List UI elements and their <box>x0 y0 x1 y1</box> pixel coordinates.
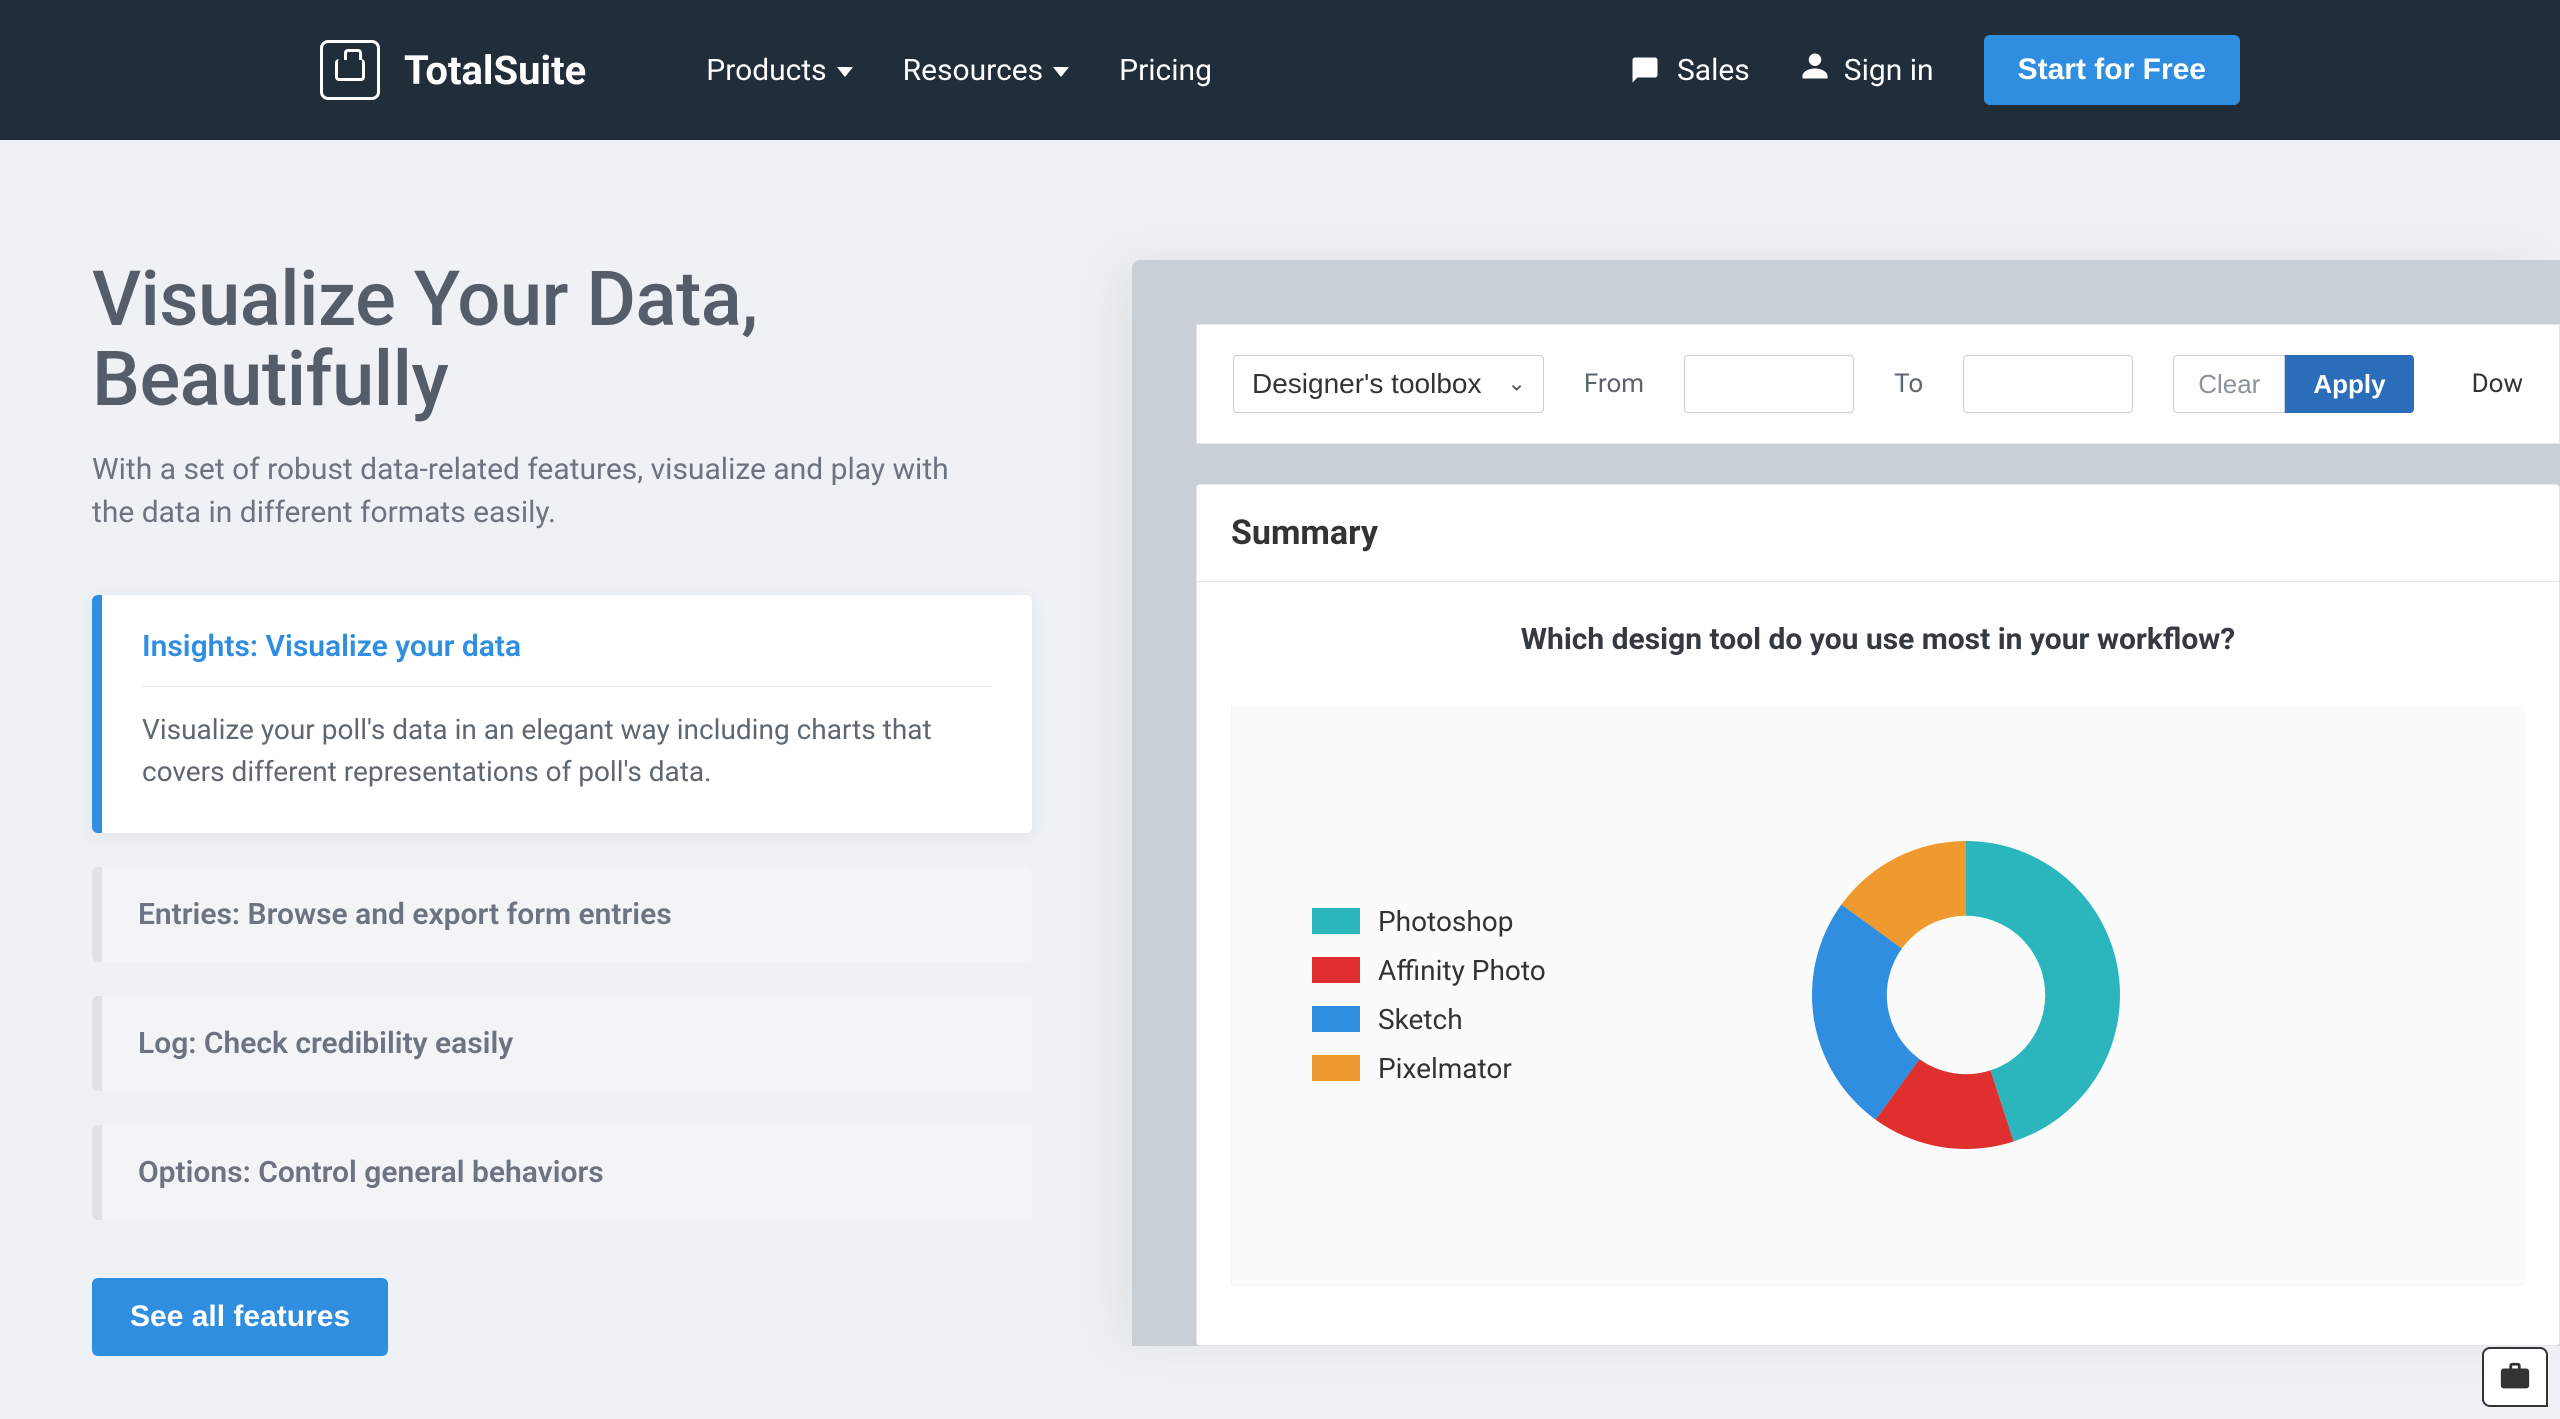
accordion-body: Visualize your poll's data in an elegant… <box>142 709 992 793</box>
help-widget[interactable] <box>2482 1347 2548 1407</box>
brand-name: TotalSuite <box>404 47 586 94</box>
legend-swatch <box>1312 957 1360 983</box>
accordion-title: Log: Check credibility easily <box>138 1026 996 1061</box>
nav-resources[interactable]: Resources <box>903 53 1070 88</box>
sales-label: Sales <box>1677 53 1750 88</box>
legend-swatch <box>1312 1055 1360 1081</box>
dashboard-preview: Designer's toolbox ⌄ From To Clear Apply… <box>1132 260 2560 1356</box>
sales-link[interactable]: Sales <box>1627 53 1750 88</box>
hero-title-line2: Beautifully <box>92 334 448 424</box>
header-actions: Sales Sign in Start for Free <box>1627 35 2240 105</box>
caret-down-icon <box>1053 67 1069 77</box>
accordion-item-entries[interactable]: Entries: Browse and export form entries <box>92 867 1032 962</box>
legend-item: Pixelmator <box>1312 1052 1546 1085</box>
feature-accordion: Insights: Visualize your data Visualize … <box>92 595 1032 1220</box>
clear-button[interactable]: Clear <box>2173 355 2285 413</box>
hero-subtitle: With a set of robust data-related featur… <box>92 448 992 535</box>
signin-label: Sign in <box>1844 53 1934 88</box>
chart-area: Photoshop Affinity Photo Sketch Pixelmator <box>1231 705 2525 1285</box>
logo-icon <box>320 40 380 100</box>
to-input[interactable] <box>1963 355 2133 413</box>
accordion-title: Entries: Browse and export form entries <box>138 897 996 932</box>
chart-question: Which design tool do you use most in you… <box>1231 622 2525 657</box>
accordion-title: Insights: Visualize your data <box>142 629 992 687</box>
main-content: Visualize Your Data, Beautifully With a … <box>0 140 2560 1356</box>
apply-button[interactable]: Apply <box>2285 355 2413 413</box>
briefcase-icon <box>2498 1360 2532 1394</box>
poll-select-value[interactable]: Designer's toolbox <box>1233 355 1544 413</box>
nav-pricing[interactable]: Pricing <box>1119 53 1212 88</box>
user-icon <box>1800 51 1830 89</box>
chat-icon <box>1627 55 1663 85</box>
legend-swatch <box>1312 1006 1360 1032</box>
signin-link[interactable]: Sign in <box>1800 51 1934 89</box>
poll-select[interactable]: Designer's toolbox ⌄ <box>1233 355 1544 413</box>
accordion-title: Options: Control general behaviors <box>138 1155 996 1190</box>
hero-title: Visualize Your Data, Beautifully <box>92 260 1032 420</box>
summary-card: Summary Which design tool do you use mos… <box>1196 484 2560 1346</box>
start-free-button[interactable]: Start for Free <box>1984 35 2240 105</box>
legend-item: Photoshop <box>1312 905 1546 938</box>
legend-label: Affinity Photo <box>1378 954 1546 987</box>
filter-button-group: Clear Apply <box>2173 355 2413 413</box>
to-label: To <box>1894 369 1923 399</box>
nav-pricing-label: Pricing <box>1119 53 1212 88</box>
donut-chart <box>1746 775 2186 1215</box>
legend-swatch <box>1312 908 1360 934</box>
accordion-item-insights[interactable]: Insights: Visualize your data Visualize … <box>92 595 1032 833</box>
brand[interactable]: TotalSuite <box>320 40 586 100</box>
from-label: From <box>1584 369 1644 399</box>
legend-label: Pixelmator <box>1378 1052 1512 1085</box>
hero-column: Visualize Your Data, Beautifully With a … <box>92 260 1032 1356</box>
legend-label: Sketch <box>1378 1003 1463 1036</box>
hero-title-line1: Visualize Your Data, <box>92 254 758 344</box>
download-label[interactable]: Dow <box>2472 369 2523 399</box>
legend-label: Photoshop <box>1378 905 1513 938</box>
site-header: TotalSuite Products Resources Pricing Sa… <box>0 0 2560 140</box>
chart-legend: Photoshop Affinity Photo Sketch Pixelmator <box>1312 905 1546 1085</box>
accordion-item-options[interactable]: Options: Control general behaviors <box>92 1125 1032 1220</box>
nav-resources-label: Resources <box>903 53 1044 88</box>
accordion-item-log[interactable]: Log: Check credibility easily <box>92 996 1032 1091</box>
dashboard-toolbar: Designer's toolbox ⌄ From To Clear Apply… <box>1196 324 2560 444</box>
chevron-down-icon: ⌄ <box>1507 372 1525 397</box>
see-all-features-button[interactable]: See all features <box>92 1278 388 1356</box>
from-input[interactable] <box>1684 355 1854 413</box>
legend-item: Sketch <box>1312 1003 1546 1036</box>
legend-item: Affinity Photo <box>1312 954 1546 987</box>
nav-products[interactable]: Products <box>706 53 852 88</box>
main-nav: Products Resources Pricing <box>706 53 1212 88</box>
summary-heading: Summary <box>1197 485 2559 582</box>
caret-down-icon <box>837 67 853 77</box>
nav-products-label: Products <box>706 53 826 88</box>
